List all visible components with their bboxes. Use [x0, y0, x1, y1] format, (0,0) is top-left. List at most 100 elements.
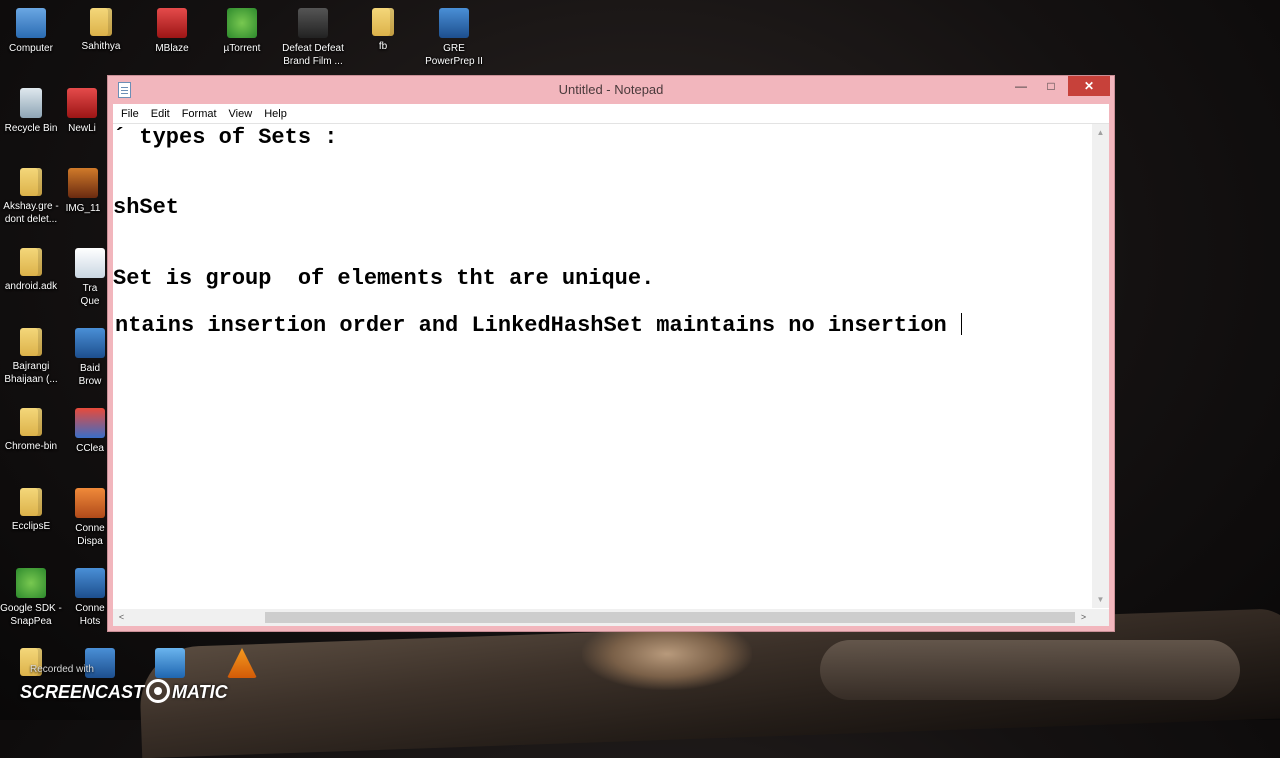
title-bar[interactable]: Untitled - Notepad — □ ✕	[108, 76, 1114, 104]
desktop-icon-utorrent[interactable]: µTorrent	[208, 8, 276, 55]
scroll-up-arrow[interactable]: ▲	[1092, 124, 1109, 141]
scrollbar-corner	[1092, 609, 1109, 626]
desktop-icon-snappea[interactable]: Google SDK - SnapPea	[0, 568, 65, 628]
text-line: ´ types of Sets :	[113, 125, 338, 150]
maximize-button[interactable]: □	[1038, 76, 1064, 96]
browser-icon	[155, 648, 185, 678]
screencast-o-matic-watermark: SCREENCAST MATIC	[20, 679, 228, 703]
desktop-icon-fb[interactable]: fb	[349, 8, 417, 53]
desktop-icon-label: Chrome-bin	[4, 441, 58, 452]
desktop-icon-mblaze[interactable]: MBlaze	[138, 8, 206, 55]
folder-icon	[20, 328, 42, 356]
gre-powerprep-icon	[439, 8, 469, 38]
menu-format[interactable]: Format	[176, 104, 223, 124]
desktop-icon-label: NewLi	[68, 123, 96, 134]
desktop-icon-label: Conne Dispa	[75, 523, 105, 547]
browser-icon	[75, 328, 105, 358]
folder-icon	[20, 248, 42, 276]
menu-help[interactable]: Help	[258, 104, 293, 124]
text-line: ntains insertion order and LinkedHashSet…	[115, 313, 960, 338]
text-area[interactable]: ´ types of Sets : shSet Set is group of …	[113, 124, 1092, 608]
folder-icon	[20, 488, 42, 516]
wallpaper-log-highlight	[820, 640, 1240, 700]
desktop-icon-sahithya[interactable]: Sahithya	[67, 8, 135, 53]
desktop-icon-ccleaner[interactable]: CClea	[72, 408, 108, 455]
text-caret	[960, 313, 962, 335]
desktop-icon-label: CClea	[76, 443, 104, 454]
vertical-scrollbar[interactable]: ▲ ▼	[1092, 124, 1109, 608]
desktop-icon-bottom-vlc[interactable]	[208, 648, 276, 678]
desktop-icon-computer[interactable]: Computer	[0, 8, 65, 55]
recorded-with-label: Recorded with	[30, 664, 94, 675]
folder-icon	[20, 168, 42, 196]
desktop-icon-label: Computer	[9, 43, 53, 54]
desktop-icon-label: Bajrangi Bhaijaan (...	[4, 361, 58, 385]
desktop-icon-label: MBlaze	[155, 43, 189, 54]
desktop-icon-label: µTorrent	[223, 43, 261, 54]
folder-icon	[90, 8, 112, 36]
window-title: Untitled - Notepad	[558, 82, 664, 97]
desktop-icon-label: fb	[378, 41, 388, 52]
video-file-icon	[298, 8, 328, 38]
desktop-icon-label: GRE PowerPrep II	[425, 43, 483, 67]
desktop-icon-label: Sahithya	[81, 41, 121, 52]
desktop-icon-gre-powerprep[interactable]: GRE PowerPrep II	[420, 8, 488, 68]
desktop-icon-baidu-browser[interactable]: Baid Brow	[72, 328, 108, 388]
image-icon	[68, 168, 98, 198]
desktop-icon-newli[interactable]: NewLi	[56, 88, 108, 135]
desktop-icon-bajrangi[interactable]: Bajrangi Bhaijaan (...	[0, 328, 65, 386]
desktop-icon-defeat-video[interactable]: Defeat Defeat Brand Film ...	[279, 8, 347, 68]
connectify-icon	[75, 488, 105, 518]
text-line: shSet	[113, 195, 180, 220]
folder-icon	[372, 8, 394, 36]
desktop-icon-img[interactable]: IMG_11	[58, 168, 108, 215]
desktop-icon-label: android.adk	[4, 281, 58, 292]
menu-edit[interactable]: Edit	[145, 104, 176, 124]
desktop-icon-label: Tra Que	[80, 283, 100, 307]
desktop-icon-label: Akshay.gre - dont delet...	[3, 201, 59, 225]
pdf-icon	[67, 88, 97, 118]
utorrent-icon	[227, 8, 257, 38]
mblaze-icon	[157, 8, 187, 38]
notepad-window[interactable]: Untitled - Notepad — □ ✕ File Edit Format V…	[107, 75, 1115, 632]
desktop-icon-ecclipse[interactable]: EcclipsE	[0, 488, 65, 533]
minimize-button[interactable]: —	[1008, 76, 1034, 96]
text-line-with-caret: ntains insertion order and LinkedHashSet…	[115, 313, 962, 338]
hotspot-icon	[75, 568, 105, 598]
desktop-icon-android-adk[interactable]: android.adk	[0, 248, 65, 293]
watermark-o-icon	[146, 679, 171, 703]
document-icon	[75, 248, 105, 278]
scroll-down-arrow[interactable]: ▼	[1092, 591, 1109, 608]
text-editor[interactable]: ´ types of Sets : shSet Set is group of …	[113, 124, 1109, 626]
horizontal-scrollbar[interactable]: < >	[113, 609, 1092, 626]
desktop-icon-label: Defeat Defeat Brand Film ...	[282, 43, 344, 67]
desktop-icon-connectify-hotspot[interactable]: Conne Hots	[72, 568, 108, 628]
menu-view[interactable]: View	[223, 104, 259, 124]
snappea-icon	[16, 568, 46, 598]
vlc-icon	[227, 648, 257, 678]
desktop-icon-bottom-browser[interactable]	[136, 648, 204, 678]
desktop-icon-chrome-bin[interactable]: Chrome-bin	[0, 408, 65, 453]
desktop-icon-akshay-gre[interactable]: Akshay.gre - dont delet...	[0, 168, 65, 226]
desktop-icon-label: Conne Hots	[75, 603, 105, 627]
scroll-left-arrow[interactable]: <	[113, 609, 130, 626]
text-line: Set is group of elements tht are unique.	[113, 266, 655, 291]
desktop-icon-label: IMG_11	[65, 203, 101, 214]
watermark-left: SCREENCAST	[20, 682, 145, 702]
horizontal-scroll-thumb[interactable]	[265, 612, 1075, 623]
close-button[interactable]: ✕	[1068, 76, 1110, 96]
computer-icon	[16, 8, 46, 38]
desktop-icon-tra-que[interactable]: Tra Que	[72, 248, 108, 308]
desktop-icon-label: Google SDK - SnapPea	[0, 603, 62, 627]
menu-bar: File Edit Format View Help	[113, 104, 1109, 124]
menu-file[interactable]: File	[113, 104, 145, 124]
wallpaper-animal-paw	[582, 630, 752, 690]
folder-icon	[20, 408, 42, 436]
desktop-icon-connectify-dispatch[interactable]: Conne Dispa	[72, 488, 108, 548]
watermark-right: MATIC	[172, 682, 228, 702]
scroll-right-arrow[interactable]: >	[1075, 609, 1092, 626]
desktop-icon-label: EcclipsE	[11, 521, 51, 532]
ccleaner-icon	[75, 408, 105, 438]
recycle-bin-icon	[20, 88, 42, 118]
desktop-icon-label: Baid Brow	[78, 363, 102, 387]
